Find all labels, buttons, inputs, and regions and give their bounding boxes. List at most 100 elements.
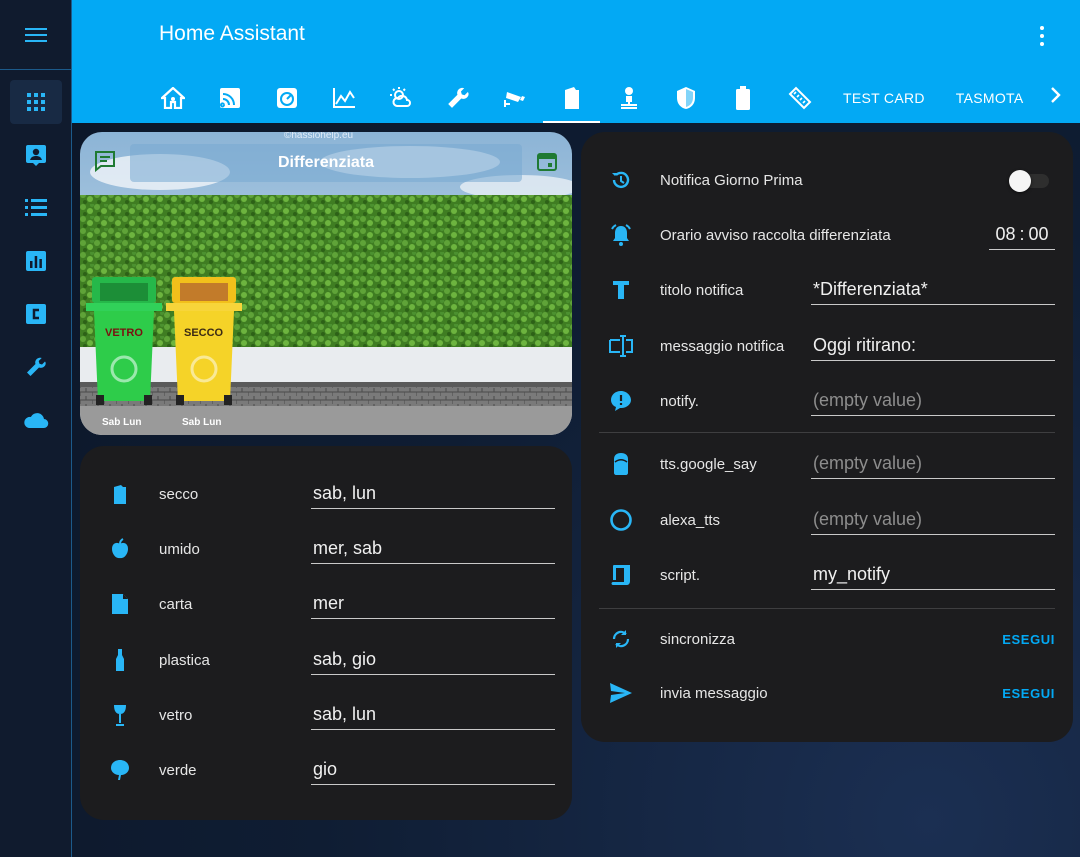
tab-energy[interactable] bbox=[315, 72, 372, 123]
overflow-menu-button[interactable] bbox=[1032, 24, 1052, 48]
messaggio-notifica-input[interactable]: Oggi ritirano: bbox=[811, 331, 1055, 361]
tts-google-label: tts.google_say bbox=[660, 455, 757, 473]
orario-label: Orario avviso raccolta differenziata bbox=[660, 226, 891, 244]
script-icon bbox=[609, 563, 633, 587]
tab-cameras[interactable] bbox=[486, 72, 543, 123]
secco-input[interactable]: sab, lun bbox=[311, 479, 555, 509]
tabs-scroll-right-button[interactable] bbox=[1050, 86, 1062, 109]
apple-icon bbox=[108, 537, 132, 561]
sync-icon bbox=[609, 627, 633, 651]
chevron-right-icon bbox=[1051, 87, 1061, 103]
time-minutes[interactable]: 00 bbox=[1029, 224, 1049, 245]
sidebar-item-code[interactable] bbox=[10, 292, 62, 336]
list-item: plastica sab, gio bbox=[80, 636, 572, 684]
sidebar-item-map[interactable] bbox=[10, 133, 62, 177]
message-text-icon bbox=[95, 151, 115, 173]
sidebar-item-developer-tools[interactable] bbox=[10, 345, 62, 389]
notifica-giorno-prima-toggle[interactable] bbox=[1009, 170, 1051, 192]
sidebar-item-logbook[interactable] bbox=[10, 186, 62, 230]
time-separator: : bbox=[1019, 224, 1025, 244]
tab-test-card[interactable]: TEST CARD bbox=[828, 72, 940, 123]
code-icon bbox=[26, 304, 46, 324]
list-item: messaggio notifica Oggi ritirano: bbox=[581, 322, 1073, 370]
list-item: vetro sab, lun bbox=[80, 691, 572, 739]
dashboard: ©hassiohelp.eu Differenziata VETRO Sab L… bbox=[72, 123, 1080, 857]
tab-network-devices[interactable] bbox=[600, 72, 657, 123]
verde-input[interactable]: gio bbox=[311, 755, 555, 785]
script-label: script. bbox=[660, 566, 701, 584]
list-item: alexa_tts (empty value) bbox=[581, 496, 1073, 544]
vetro-bin-image bbox=[86, 277, 162, 405]
send-icon bbox=[609, 681, 633, 705]
list-item: verde gio bbox=[80, 746, 572, 794]
carta-input[interactable]: mer bbox=[311, 589, 555, 619]
sincronizza-label: sincronizza bbox=[660, 630, 736, 648]
hamburger-icon bbox=[24, 27, 47, 42]
tab-weather[interactable] bbox=[372, 72, 429, 123]
tab-battery[interactable] bbox=[714, 72, 771, 123]
tab-gauge[interactable] bbox=[258, 72, 315, 123]
vetro-bin-label: VETRO bbox=[105, 327, 143, 339]
tab-tools[interactable] bbox=[429, 72, 486, 123]
dot-icon bbox=[1040, 26, 1044, 30]
secco-bin-label: SECCO bbox=[184, 327, 224, 339]
message-alert-icon bbox=[609, 389, 633, 413]
list-item: umido mer, sab bbox=[80, 525, 572, 573]
tab-home[interactable] bbox=[144, 72, 201, 123]
tab-tasmota[interactable]: TASMOTA bbox=[940, 72, 1039, 123]
alexa-icon bbox=[609, 508, 633, 532]
list-item-label: umido bbox=[159, 540, 200, 558]
vetro-input[interactable]: sab, lun bbox=[311, 700, 555, 730]
tab-differenziata[interactable] bbox=[543, 72, 600, 123]
form-textbox-icon bbox=[609, 334, 633, 358]
list-item: script. my_notify bbox=[581, 551, 1073, 599]
file-icon bbox=[108, 592, 132, 616]
notification-icon-button[interactable] bbox=[94, 150, 116, 177]
list-item: notify. (empty value) bbox=[581, 377, 1073, 425]
tab-security[interactable] bbox=[657, 72, 714, 123]
tab-ruler[interactable] bbox=[771, 72, 828, 123]
titolo-notifica-label: titolo notifica bbox=[660, 281, 744, 299]
list-icon bbox=[25, 199, 47, 216]
sidebar bbox=[0, 0, 72, 857]
list-item: Orario avviso raccolta differenziata 08 … bbox=[581, 211, 1073, 259]
network-icon bbox=[620, 86, 637, 109]
differenziata-picture-card: ©hassiohelp.eu Differenziata VETRO Sab L… bbox=[80, 132, 572, 435]
sidebar-item-history[interactable] bbox=[10, 239, 62, 283]
toggle-thumb bbox=[1009, 170, 1031, 192]
gauge-icon bbox=[276, 87, 297, 108]
list-item: invia messaggio ESEGUI bbox=[581, 669, 1073, 717]
wrench-icon bbox=[27, 357, 46, 376]
notify-input[interactable]: (empty value) bbox=[811, 386, 1055, 416]
umido-input[interactable]: mer, sab bbox=[311, 534, 555, 564]
time-hours[interactable]: 08 bbox=[995, 224, 1015, 245]
cctv-icon bbox=[503, 91, 525, 107]
secco-bin-days: Sab Lun bbox=[182, 417, 222, 428]
list-item: sincronizza ESEGUI bbox=[581, 615, 1073, 663]
list-item-label: vetro bbox=[159, 706, 193, 724]
sincronizza-run-button[interactable]: ESEGUI bbox=[1002, 632, 1055, 647]
signal-icon bbox=[219, 87, 240, 108]
alexa-tts-input[interactable]: (empty value) bbox=[811, 505, 1055, 535]
list-item: Notifica Giorno Prima bbox=[581, 156, 1073, 204]
account-box-icon bbox=[26, 145, 46, 166]
tab-network[interactable] bbox=[201, 72, 258, 123]
plastica-input[interactable]: sab, gio bbox=[311, 645, 555, 675]
schedule-card: secco sab, lun umido mer, sab carta mer … bbox=[80, 446, 572, 820]
invia-messaggio-run-button[interactable]: ESEGUI bbox=[1002, 686, 1055, 701]
notify-label: notify. bbox=[660, 392, 699, 410]
vetro-bin-days: Sab Lun bbox=[102, 417, 142, 428]
chart-icon bbox=[26, 251, 46, 271]
tts-google-input[interactable]: (empty value) bbox=[811, 449, 1055, 479]
chart-line-icon bbox=[332, 87, 355, 108]
sidebar-item-cloud[interactable] bbox=[10, 398, 62, 442]
titolo-notifica-input[interactable]: *Differenziata* bbox=[811, 275, 1055, 305]
script-input[interactable]: my_notify bbox=[811, 560, 1055, 590]
sidebar-item-overview[interactable] bbox=[10, 80, 62, 124]
shield-icon bbox=[676, 86, 695, 109]
menu-button[interactable] bbox=[0, 0, 71, 70]
calendar-icon-button[interactable] bbox=[536, 150, 558, 177]
calendar-icon bbox=[537, 153, 557, 171]
list-item-label: carta bbox=[159, 595, 193, 613]
orario-time-input[interactable]: 08 : 00 bbox=[989, 220, 1055, 250]
